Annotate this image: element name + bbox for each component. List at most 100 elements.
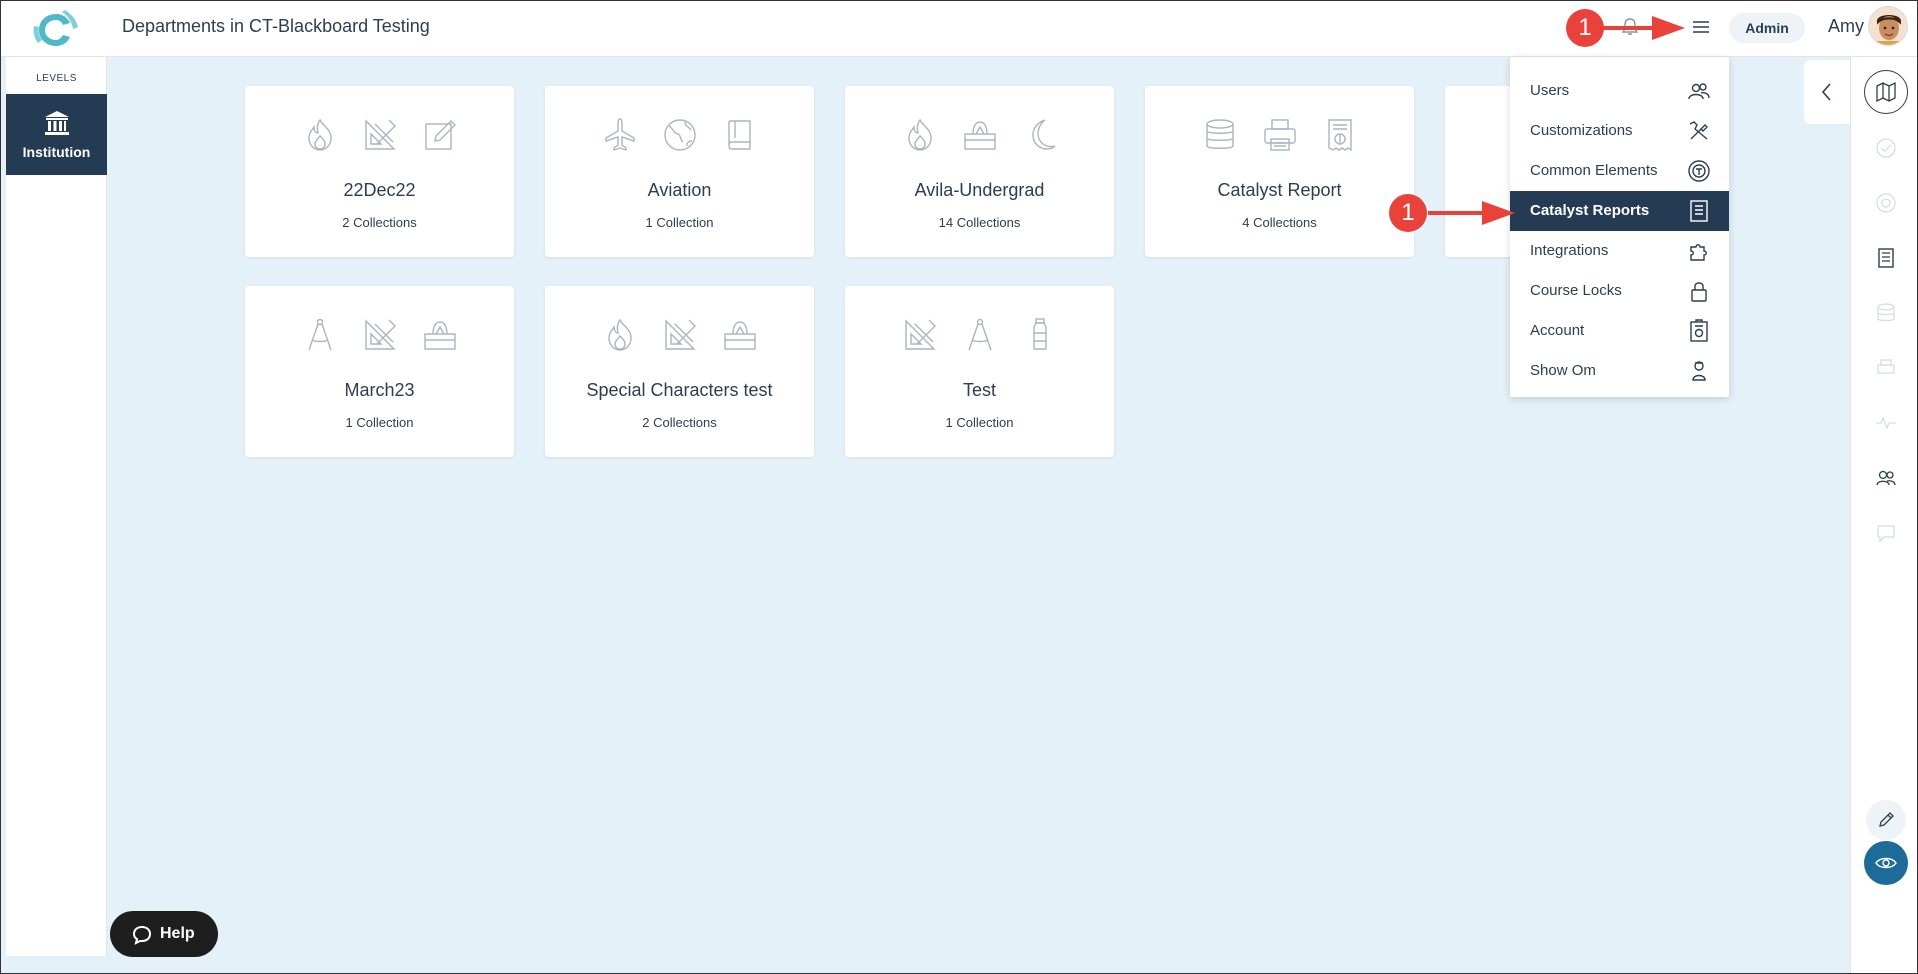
institution-icon <box>44 111 69 135</box>
department-card[interactable]: March23 1 Collection <box>245 286 514 457</box>
app-logo[interactable] <box>32 10 80 50</box>
department-card[interactable]: 22Dec22 2 Collections <box>245 86 514 257</box>
collapse-panel-button[interactable] <box>1804 60 1850 124</box>
help-button[interactable]: Help <box>110 911 218 957</box>
menu-item-users[interactable]: Users <box>1510 71 1729 111</box>
activity-icon[interactable] <box>1866 403 1906 443</box>
department-icons <box>845 116 1114 156</box>
page-title: Departments in CT-Blackboard Testing <box>122 16 430 36</box>
admin-dropdown-menu: Users Customizations Common Elements Cataly… <box>1510 57 1729 397</box>
pencil-icon <box>1879 812 1894 827</box>
collection-count: 14 Collections <box>938 215 1021 230</box>
department-icons <box>1145 116 1414 156</box>
collection-count: 4 Collections <box>1242 215 1317 230</box>
tools-icon <box>1689 121 1708 140</box>
checkmark-circle-icon[interactable] <box>1866 128 1906 168</box>
printer-icon[interactable] <box>1866 348 1906 388</box>
compass-icon <box>967 318 992 351</box>
chat-bubble-icon <box>132 925 152 945</box>
flame-icon <box>607 318 632 351</box>
account-icon <box>1690 319 1708 342</box>
comment-icon[interactable] <box>1866 513 1906 553</box>
department-name: Aviation <box>647 180 712 200</box>
edit-button[interactable] <box>1866 800 1906 840</box>
help-label: Help <box>160 925 195 942</box>
department-card[interactable]: Special Characters test 2 Collections <box>545 286 814 457</box>
menu-item-label: Show Om <box>1530 362 1596 379</box>
menu-item-course-locks[interactable]: Course Locks <box>1510 271 1729 311</box>
book-icon <box>727 120 751 150</box>
map-icon[interactable] <box>1864 70 1908 114</box>
receipt-icon <box>1327 119 1352 152</box>
department-icons <box>545 316 814 356</box>
department-name: Special Characters test <box>586 380 773 400</box>
department-name: 22Dec22 <box>343 180 416 200</box>
notification-bell-icon[interactable] <box>1620 17 1640 37</box>
chevron-left-icon <box>1821 83 1831 101</box>
collection-count: 1 Collection <box>945 415 1014 430</box>
target-icon[interactable] <box>1866 183 1906 223</box>
report-icon <box>1690 200 1708 222</box>
triangle-ruler-icon <box>364 119 396 150</box>
menu-item-account[interactable]: Account <box>1510 311 1729 351</box>
globe-icon <box>663 119 696 151</box>
moon-icon <box>1031 119 1055 150</box>
levels-label: LEVELS <box>36 73 77 84</box>
menu-item-customizations[interactable]: Customizations <box>1510 111 1729 151</box>
menu-item-label: Common Elements <box>1530 162 1658 179</box>
menu-item-label: Catalyst Reports <box>1530 202 1650 219</box>
collection-count: 1 Collection <box>645 215 714 230</box>
document-icon[interactable] <box>1866 238 1906 278</box>
collection-count: 1 Collection <box>345 415 414 430</box>
common-elements-icon <box>1688 160 1710 182</box>
bottle-icon <box>1032 318 1047 350</box>
tissue-box-icon <box>723 321 756 350</box>
menu-item-integrations[interactable]: Integrations <box>1510 231 1729 271</box>
sidebar-item-institution[interactable]: Institution <box>6 94 107 175</box>
database-icon[interactable] <box>1866 293 1906 333</box>
menu-item-catalyst-reports[interactable]: Catalyst Reports <box>1510 191 1729 231</box>
department-icons <box>845 316 1114 356</box>
compass-icon <box>307 318 332 351</box>
department-card[interactable]: Catalyst Report 4 Collections <box>1145 86 1414 257</box>
avatar[interactable] <box>1868 6 1908 46</box>
menu-item-label: Users <box>1530 82 1570 99</box>
levels-sidebar: LEVELS Institution <box>6 57 107 956</box>
tissue-box-icon <box>423 321 456 350</box>
menu-item-label: Account <box>1530 322 1585 339</box>
sidebar-item-label: Institution <box>22 144 91 160</box>
triangle-ruler-icon <box>364 319 396 350</box>
menu-item-common-elements[interactable]: Common Elements <box>1510 151 1729 191</box>
users-icon <box>1688 83 1710 100</box>
menu-item-label: Integrations <box>1530 242 1609 259</box>
user-name[interactable]: Amy <box>1828 16 1864 37</box>
airplane-icon <box>604 118 635 151</box>
lock-icon <box>1691 282 1707 302</box>
puzzle-icon <box>1690 244 1707 261</box>
step-badge-menu: 1 <box>1389 194 1427 232</box>
menu-item-show-om[interactable]: Show Om <box>1510 351 1729 391</box>
department-card[interactable]: Test 1 Collection <box>845 286 1114 457</box>
triangle-ruler-icon <box>904 319 936 350</box>
tissue-box-icon <box>963 121 996 150</box>
department-name: Catalyst Report <box>1217 180 1342 200</box>
department-icons <box>245 316 514 356</box>
department-icons <box>245 116 514 156</box>
admin-badge[interactable]: Admin <box>1729 13 1805 43</box>
department-card[interactable]: Avila-Undergrad 14 Collections <box>845 86 1114 257</box>
om-icon <box>1692 361 1706 381</box>
pencil-square-icon <box>424 120 456 150</box>
menu-item-label: Course Locks <box>1530 282 1622 299</box>
collection-count: 2 Collections <box>642 415 717 430</box>
database-icon <box>1205 119 1234 149</box>
preview-button[interactable] <box>1864 841 1908 885</box>
triangle-ruler-icon <box>664 319 696 350</box>
users-icon[interactable] <box>1866 458 1906 498</box>
hamburger-menu-icon[interactable] <box>1690 17 1712 37</box>
department-icons <box>545 116 814 156</box>
department-name: Avila-Undergrad <box>914 180 1045 200</box>
printer-icon <box>1263 119 1296 151</box>
flame-icon <box>907 118 932 151</box>
department-name: March23 <box>344 380 415 400</box>
department-card[interactable]: Aviation 1 Collection <box>545 86 814 257</box>
